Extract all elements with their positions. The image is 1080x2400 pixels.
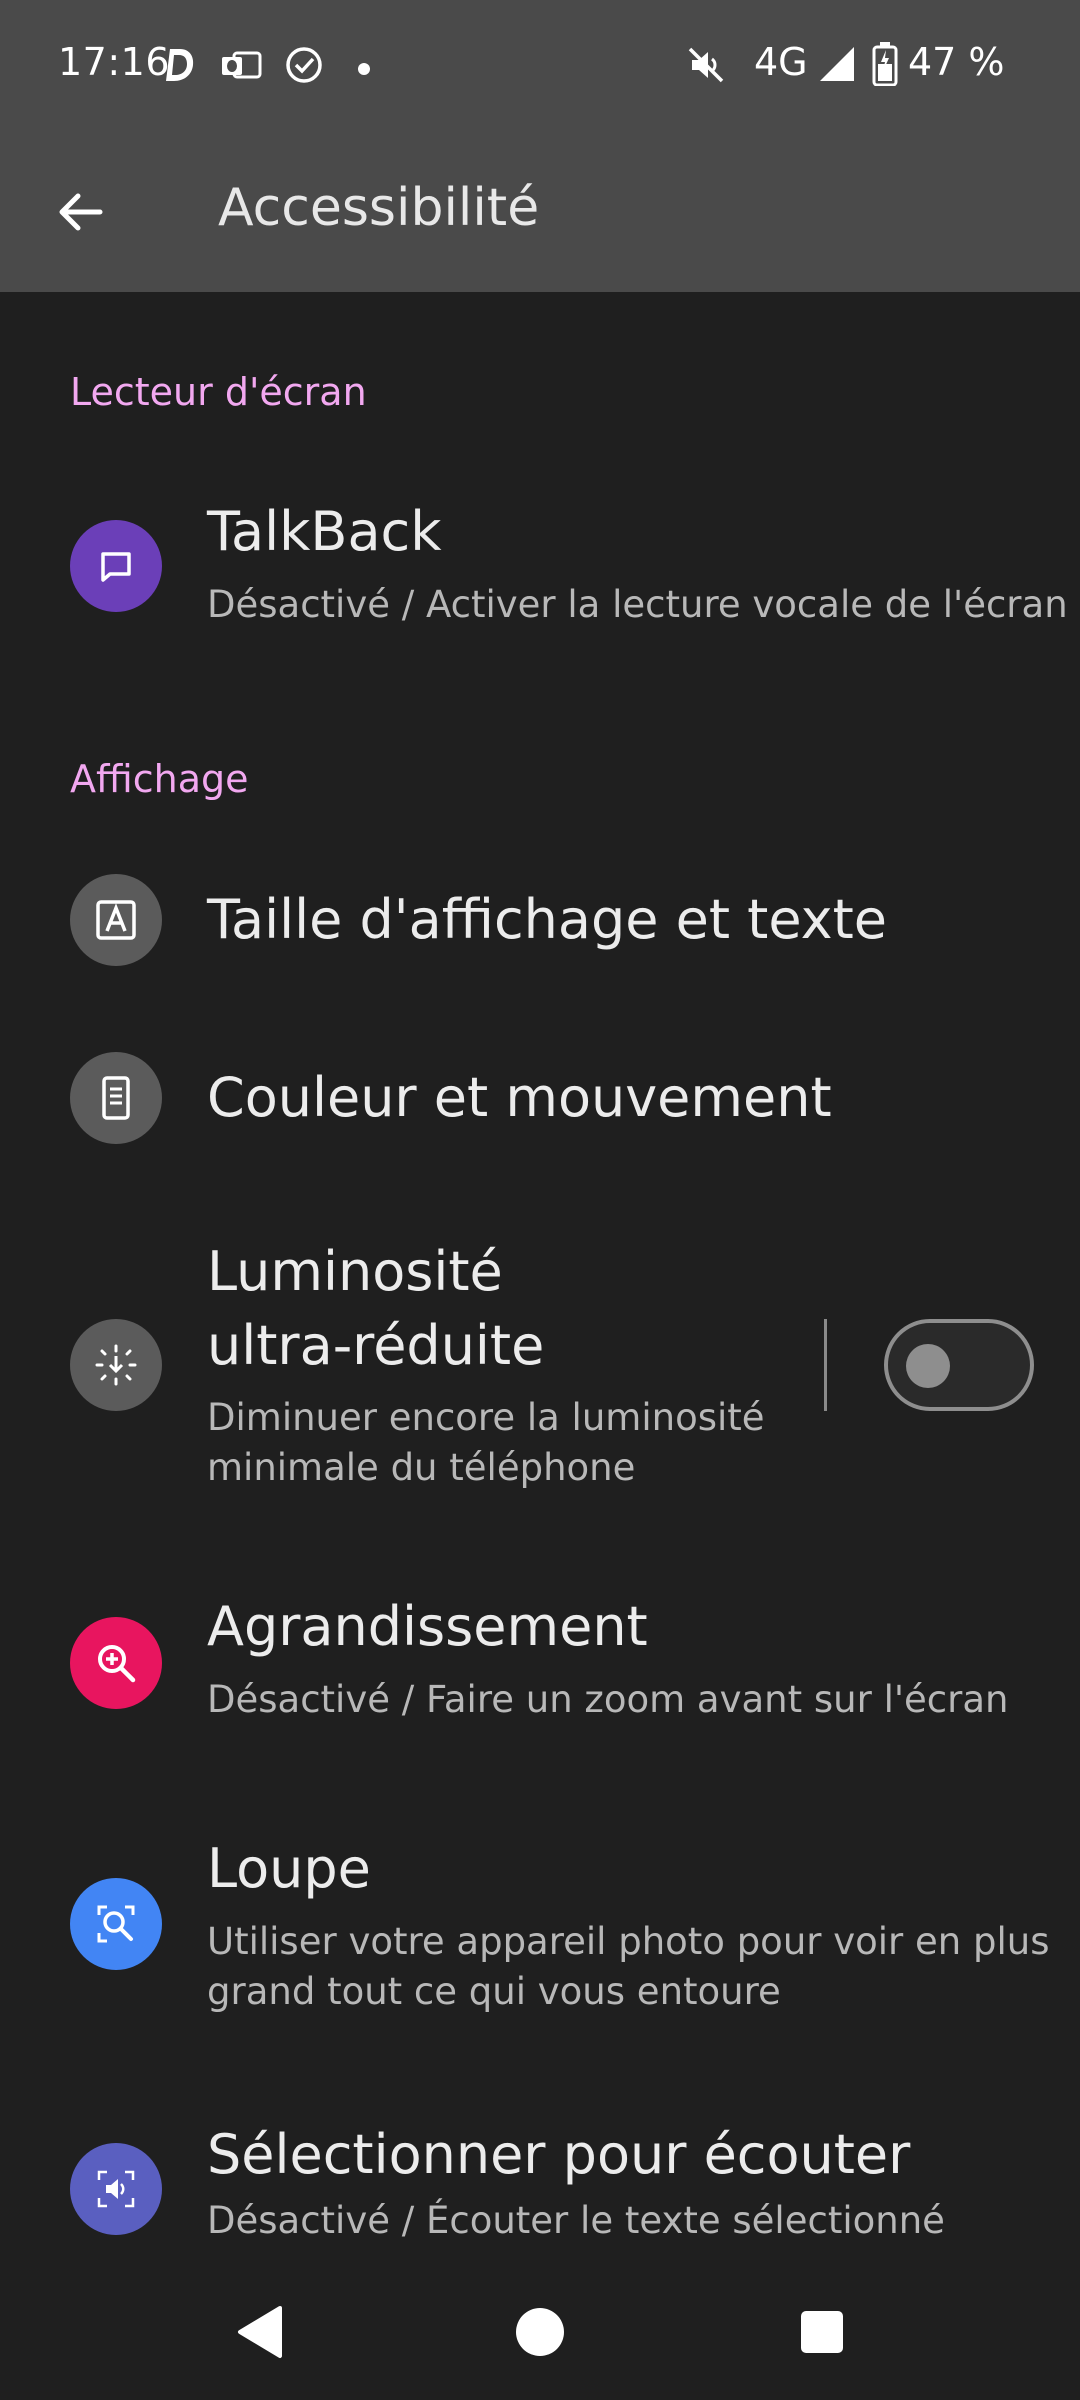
home-icon <box>516 2308 564 2356</box>
setting-subtitle-line2: minimale du téléphone <box>207 1446 636 1489</box>
back-icon <box>238 2306 282 2358</box>
setting-item-talkback[interactable]: TalkBack Désactivé / Activer la lecture … <box>0 480 1080 650</box>
nav-home-button[interactable] <box>498 2290 582 2374</box>
recents-icon <box>801 2311 843 2353</box>
setting-title: Sélectionner pour écouter <box>207 2123 911 2186</box>
setting-title: Taille d'affichage et texte <box>207 888 887 951</box>
status-time: 17:16 <box>58 40 171 84</box>
outlook-icon <box>220 45 262 89</box>
setting-subtitle: Désactivé / Écouter le texte sélectionné <box>207 2199 945 2242</box>
more-notifications-dot-icon <box>358 60 370 79</box>
setting-subtitle: Désactivé / Faire un zoom avant sur l'éc… <box>207 1678 1009 1721</box>
signal-icon <box>818 45 856 87</box>
setting-item-select-to-speak[interactable]: Sélectionner pour écouter Désactivé / Éc… <box>0 2118 1080 2258</box>
setting-title: TalkBack <box>207 500 442 563</box>
check-circle-icon <box>284 45 324 89</box>
arrow-back-icon <box>59 193 103 231</box>
setting-item-color-motion[interactable]: Couleur et mouvement <box>0 1038 1080 1158</box>
brightness-low-icon <box>70 1319 162 1411</box>
status-bar: 17:16 4G 47 % <box>0 0 1080 130</box>
setting-title: Couleur et mouvement <box>207 1066 832 1129</box>
setting-subtitle-line2: grand tout ce qui vous entoure <box>207 1970 781 2013</box>
setting-subtitle-line1: Utiliser votre appareil photo pour voir … <box>207 1920 1050 1963</box>
top-bar: 17:16 4G 47 % Accessibilité <box>0 0 1080 292</box>
text-size-icon <box>70 874 162 966</box>
setting-subtitle: Désactivé / Activer la lecture vocale de… <box>207 583 1068 626</box>
setting-title-line2: ultra-réduite <box>207 1314 545 1377</box>
phone-icon <box>70 1052 162 1144</box>
setting-title: Loupe <box>207 1837 371 1900</box>
setting-title-line1: Luminosité <box>207 1240 503 1303</box>
section-title-screen-reader: Lecteur d'écran <box>70 370 367 414</box>
notification-d-icon <box>160 45 200 89</box>
battery-icon <box>872 42 898 90</box>
nav-back-button[interactable] <box>218 2290 302 2374</box>
select-to-speak-icon <box>70 2143 162 2235</box>
setting-item-magnification[interactable]: Agrandissement Désactivé / Faire un zoom… <box>0 1590 1080 1760</box>
toggle-divider <box>824 1319 827 1411</box>
page-title: Accessibilité <box>218 178 540 238</box>
setting-subtitle-line1: Diminuer encore la luminosité <box>207 1396 765 1439</box>
setting-item-magnifier[interactable]: Loupe Utiliser votre appareil photo pour… <box>0 1832 1080 2032</box>
nav-recents-button[interactable] <box>780 2290 864 2374</box>
navigation-bar <box>0 2260 1080 2400</box>
chat-bubble-icon <box>70 520 162 612</box>
extra-dim-toggle[interactable] <box>884 1319 1034 1411</box>
toggle-knob <box>906 1344 950 1388</box>
network-type: 4G <box>754 40 808 84</box>
setting-item-display-size[interactable]: Taille d'affichage et texte <box>0 860 1080 980</box>
battery-level: 47 % <box>908 40 1005 84</box>
mute-icon <box>686 45 726 89</box>
back-button[interactable] <box>38 170 122 254</box>
section-title-display: Affichage <box>70 757 249 801</box>
magnifier-camera-icon <box>70 1878 162 1970</box>
zoom-in-icon <box>70 1617 162 1709</box>
setting-title: Agrandissement <box>207 1595 648 1658</box>
